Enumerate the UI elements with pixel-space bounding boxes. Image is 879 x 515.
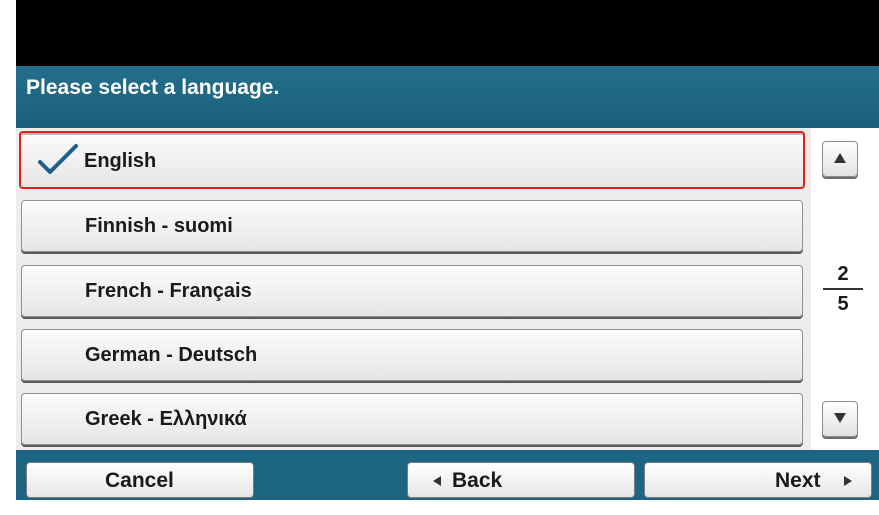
language-item-english[interactable]: English (19, 131, 805, 189)
language-list: English Finnish - suomi French - Françai… (16, 128, 811, 450)
cancel-button[interactable]: Cancel (26, 462, 254, 498)
scroll-up-button[interactable] (822, 141, 858, 177)
language-item-finnish[interactable]: Finnish - suomi (21, 200, 803, 252)
scroll-down-button[interactable] (822, 401, 858, 437)
current-page: 2 (837, 263, 849, 285)
language-item-label: French - Français (85, 280, 252, 302)
triangle-right-icon (844, 476, 852, 486)
triangle-left-icon (433, 476, 441, 486)
next-label: Next (775, 469, 821, 492)
language-item-label: Finnish - suomi (85, 215, 233, 237)
checkmark-icon (38, 144, 78, 174)
language-item-label: English (84, 150, 157, 172)
triangle-up-icon (834, 153, 846, 163)
back-button[interactable]: Back (407, 462, 635, 498)
triangle-down-icon (834, 413, 846, 423)
total-pages: 5 (837, 293, 849, 315)
cancel-label: Cancel (105, 469, 174, 492)
back-label: Back (452, 469, 503, 492)
page-indicator: 2 5 (817, 262, 869, 316)
page-divider (823, 288, 863, 290)
next-button[interactable]: Next (644, 462, 872, 498)
language-item-french[interactable]: French - Français (21, 265, 803, 317)
language-item-german[interactable]: German - Deutsch (21, 329, 803, 381)
language-item-label: German - Deutsch (85, 344, 258, 366)
page-title: Please select a language. (26, 76, 280, 99)
header-bar: Please select a language. (16, 66, 879, 128)
footer-bar: Cancel Back Next (16, 450, 879, 500)
language-item-label: Greek - Ελληνικά (85, 408, 247, 430)
printer-panel-screen: Please select a language. English Finnis… (16, 0, 879, 500)
status-bar (16, 0, 879, 66)
language-item-greek[interactable]: Greek - Ελληνικά (21, 393, 803, 445)
